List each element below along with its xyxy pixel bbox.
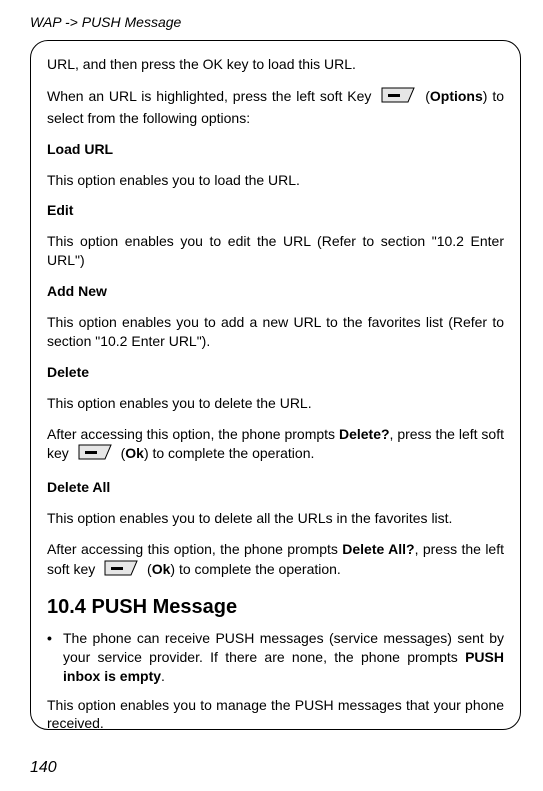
push-bullet-text: The phone can receive PUSH messages (ser… <box>63 629 504 686</box>
running-head: WAP -> PUSH Message <box>30 14 521 30</box>
push-message-heading: 10.4 PUSH Message <box>47 596 504 619</box>
addnew-body: This option enables you to add a new URL… <box>47 313 504 351</box>
deleteall-body: This option enables you to delete all th… <box>47 509 504 528</box>
highlight-paragraph: When an URL is highlighted, press the le… <box>47 86 504 128</box>
addnew-head: Add New <box>47 282 504 301</box>
deleteall-prompt-paragraph: After accessing this option, the phone p… <box>47 540 504 582</box>
push-bullet: • The phone can receive PUSH messages (s… <box>47 629 504 686</box>
page: WAP -> PUSH Message URL, and then press … <box>0 0 543 791</box>
delete-prompt-bold: Delete? <box>339 426 390 442</box>
bullet-icon: • <box>47 629 63 686</box>
edit-head: Edit <box>47 201 504 220</box>
intro-line: URL, and then press the OK key to load t… <box>47 55 504 74</box>
deleteall-prompt-pre: After accessing this option, the phone p… <box>47 541 342 557</box>
highlight-pre-text: When an URL is highlighted, press the le… <box>47 88 376 104</box>
delete-prompt-post: ) to complete the operation. <box>144 446 314 462</box>
softkey-icon <box>103 559 139 582</box>
load-url-body: This option enables you to load the URL. <box>47 171 504 190</box>
softkey-icon <box>380 86 416 109</box>
deleteall-prompt-ok: Ok <box>152 561 171 577</box>
page-number: 140 <box>30 759 57 777</box>
delete-prompt-pre: After accessing this option, the phone p… <box>47 426 339 442</box>
edit-body: This option enables you to edit the URL … <box>47 232 504 270</box>
content-frame: URL, and then press the OK key to load t… <box>30 40 521 730</box>
push-manage-body: This option enables you to manage the PU… <box>47 696 504 730</box>
push-bullet-pre: The phone can receive PUSH messages (ser… <box>63 630 504 665</box>
delete-prompt-paragraph: After accessing this option, the phone p… <box>47 425 504 467</box>
deleteall-prompt-bold: Delete All? <box>342 541 414 557</box>
delete-head: Delete <box>47 363 504 382</box>
push-bullet-post: . <box>161 668 165 684</box>
softkey-icon <box>77 443 113 466</box>
delete-body: This option enables you to delete the UR… <box>47 394 504 413</box>
delete-prompt-ok: Ok <box>125 446 144 462</box>
deleteall-head: Delete All <box>47 478 504 497</box>
load-url-head: Load URL <box>47 140 504 159</box>
options-word: Options <box>430 88 483 104</box>
deleteall-prompt-post: ) to complete the operation. <box>170 561 340 577</box>
